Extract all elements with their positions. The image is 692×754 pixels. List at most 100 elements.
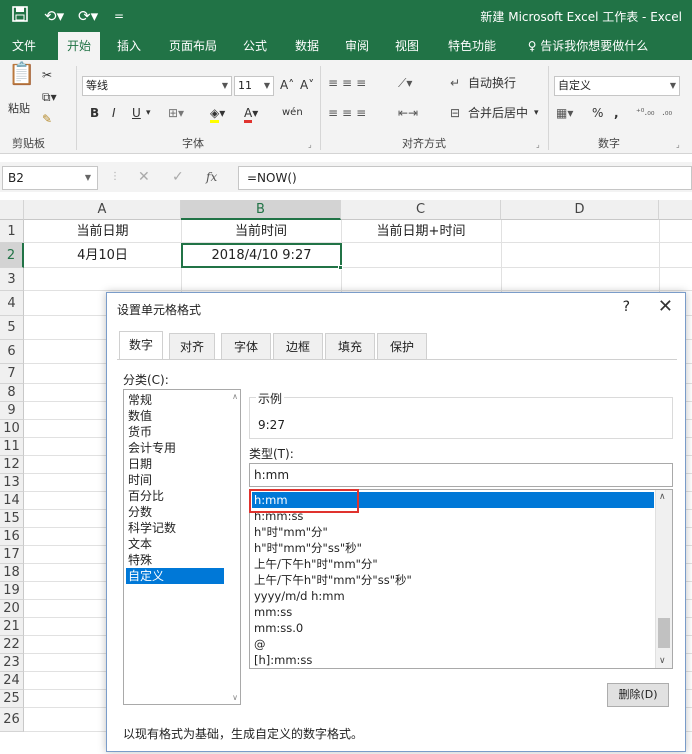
column-header-b[interactable]: B (181, 200, 341, 220)
font-color-icon[interactable]: A▾ (244, 104, 258, 123)
column-header-e[interactable] (659, 200, 692, 220)
wrap-text-button[interactable]: 自动换行 (468, 74, 516, 92)
font-size-combo[interactable]: 11 ▼ (234, 76, 274, 96)
category-item[interactable]: 特殊 (126, 552, 224, 568)
cell-b2-selected[interactable]: 2018/4/10 9:27 (181, 243, 342, 268)
redo-icon[interactable]: ⟳▾ (78, 6, 98, 26)
type-item[interactable]: @ (252, 636, 654, 652)
scroll-up-icon[interactable]: ∧ (232, 392, 238, 401)
row-header[interactable]: 14 (0, 492, 24, 510)
row-header[interactable]: 5 (0, 316, 24, 340)
row-header[interactable]: 7 (0, 364, 24, 384)
row-header[interactable]: 11 (0, 438, 24, 456)
delete-button[interactable]: 删除(D) (607, 683, 669, 707)
tab-font[interactable]: 字体 (221, 333, 271, 359)
accounting-format-icon[interactable]: ▦▾ (556, 104, 573, 122)
type-item[interactable]: 上午/下午h"时"mm"分" (252, 556, 654, 572)
copy-icon[interactable]: ⧉▾ (42, 88, 57, 106)
column-header-c[interactable]: C (341, 200, 501, 220)
select-all-corner[interactable] (0, 200, 24, 220)
scroll-down-icon[interactable]: ∨ (659, 656, 666, 666)
category-item[interactable]: 百分比 (126, 488, 224, 504)
row-header[interactable]: 1 (0, 220, 24, 243)
type-input[interactable]: h:mm (249, 463, 673, 487)
row-header[interactable]: 20 (0, 600, 24, 618)
formula-input[interactable]: =NOW() (238, 166, 692, 190)
paste-icon[interactable]: 📋 (8, 64, 35, 86)
row-header[interactable]: 10 (0, 420, 24, 438)
name-box[interactable]: B2 ▼ (2, 166, 98, 190)
row-header[interactable]: 19 (0, 582, 24, 600)
row-header[interactable]: 13 (0, 474, 24, 492)
cell-a1[interactable]: 当前日期 (24, 221, 181, 243)
chevron-down-icon[interactable]: ▾ (534, 104, 539, 122)
cell-b1[interactable]: 当前时间 (181, 221, 341, 243)
horizontal-align-icons[interactable]: ≡≡≡ (328, 104, 370, 122)
tab-review[interactable]: 审阅 (336, 32, 378, 60)
tab-page-layout[interactable]: 页面布局 (160, 32, 226, 60)
category-item[interactable]: 文本 (126, 536, 224, 552)
row-header[interactable]: 2 (0, 243, 24, 268)
category-item[interactable]: 时间 (126, 472, 224, 488)
scroll-down-icon[interactable]: ∨ (232, 693, 238, 702)
row-header[interactable]: 22 (0, 636, 24, 654)
cancel-icon[interactable]: ✕ (138, 169, 150, 185)
tab-home[interactable]: 开始 (58, 32, 100, 60)
category-item[interactable]: 科学记数 (126, 520, 224, 536)
undo-icon[interactable]: ⟲▾ (44, 6, 64, 26)
column-header-d[interactable]: D (501, 200, 659, 220)
category-item-selected[interactable]: 自定义 (126, 568, 224, 584)
close-icon[interactable]: ✕ (658, 296, 673, 317)
category-item[interactable]: 常规 (126, 392, 224, 408)
font-name-combo[interactable]: 等线 ▼ (82, 76, 232, 96)
tab-file[interactable]: 文件 (4, 32, 44, 60)
row-header[interactable]: 26 (0, 708, 24, 732)
row-header[interactable]: 25 (0, 690, 24, 708)
customize-qat-icon[interactable]: = (114, 6, 124, 26)
number-dialog-launcher-icon[interactable]: ⌟ (676, 136, 680, 154)
row-header[interactable]: 17 (0, 546, 24, 564)
row-header[interactable]: 8 (0, 384, 24, 402)
type-item[interactable]: yyyy/m/d h:mm (252, 588, 654, 604)
scroll-thumb[interactable] (658, 618, 670, 648)
column-header-a[interactable]: A (24, 200, 181, 220)
save-icon[interactable] (12, 6, 28, 26)
border-icon[interactable]: ⊞▾ (168, 104, 184, 122)
merge-center-icon[interactable]: ⊟ (450, 104, 460, 122)
type-list[interactable]: h:mm h:mm:ss h"时"mm"分" h"时"mm"分"ss"秒" 上午… (249, 489, 673, 669)
increase-decimal-icon[interactable]: ⁺⁰.₀₀ (636, 104, 654, 122)
insert-function-button[interactable]: fx (206, 170, 217, 184)
tab-fill[interactable]: 填充 (325, 333, 375, 359)
category-item[interactable]: 分数 (126, 504, 224, 520)
phonetic-button[interactable]: wén (282, 104, 303, 122)
number-format-combo[interactable]: 自定义 ▼ (554, 76, 680, 96)
row-header[interactable]: 6 (0, 340, 24, 364)
vertical-align-icons[interactable]: ≡≡≡ (328, 74, 370, 92)
italic-button[interactable]: I (112, 104, 116, 122)
help-button[interactable]: ? (623, 299, 630, 315)
category-item[interactable]: 会计专用 (126, 440, 224, 456)
type-item[interactable]: [h]:mm:ss (252, 652, 654, 668)
type-item[interactable]: h"时"mm"分"ss"秒" (252, 540, 654, 556)
row-header[interactable]: 23 (0, 654, 24, 672)
grow-font-button[interactable]: A˄ (280, 76, 294, 94)
row-header[interactable]: 4 (0, 291, 24, 316)
percent-button[interactable]: % (592, 104, 603, 122)
wrap-text-icon[interactable]: ↵ (450, 74, 460, 92)
tab-alignment[interactable]: 对齐 (169, 333, 215, 359)
tab-protection[interactable]: 保护 (377, 333, 427, 359)
chevron-down-icon[interactable]: ▾ (146, 104, 151, 122)
tab-border[interactable]: 边框 (273, 333, 323, 359)
row-header[interactable]: 21 (0, 618, 24, 636)
tab-data[interactable]: 数据 (286, 32, 328, 60)
enter-icon[interactable]: ✓ (172, 169, 184, 185)
category-item[interactable]: 数值 (126, 408, 224, 424)
type-item[interactable]: mm:ss.0 (252, 620, 654, 636)
row-header[interactable]: 12 (0, 456, 24, 474)
paste-button[interactable]: 粘贴 (8, 100, 30, 118)
type-item[interactable]: h"时"mm"分" (252, 524, 654, 540)
tell-me-box[interactable]: ♀ 告诉我你想要做什么 (518, 32, 658, 60)
tab-view[interactable]: 视图 (386, 32, 428, 60)
underline-button[interactable]: U (132, 104, 141, 122)
tab-formulas[interactable]: 公式 (234, 32, 276, 60)
